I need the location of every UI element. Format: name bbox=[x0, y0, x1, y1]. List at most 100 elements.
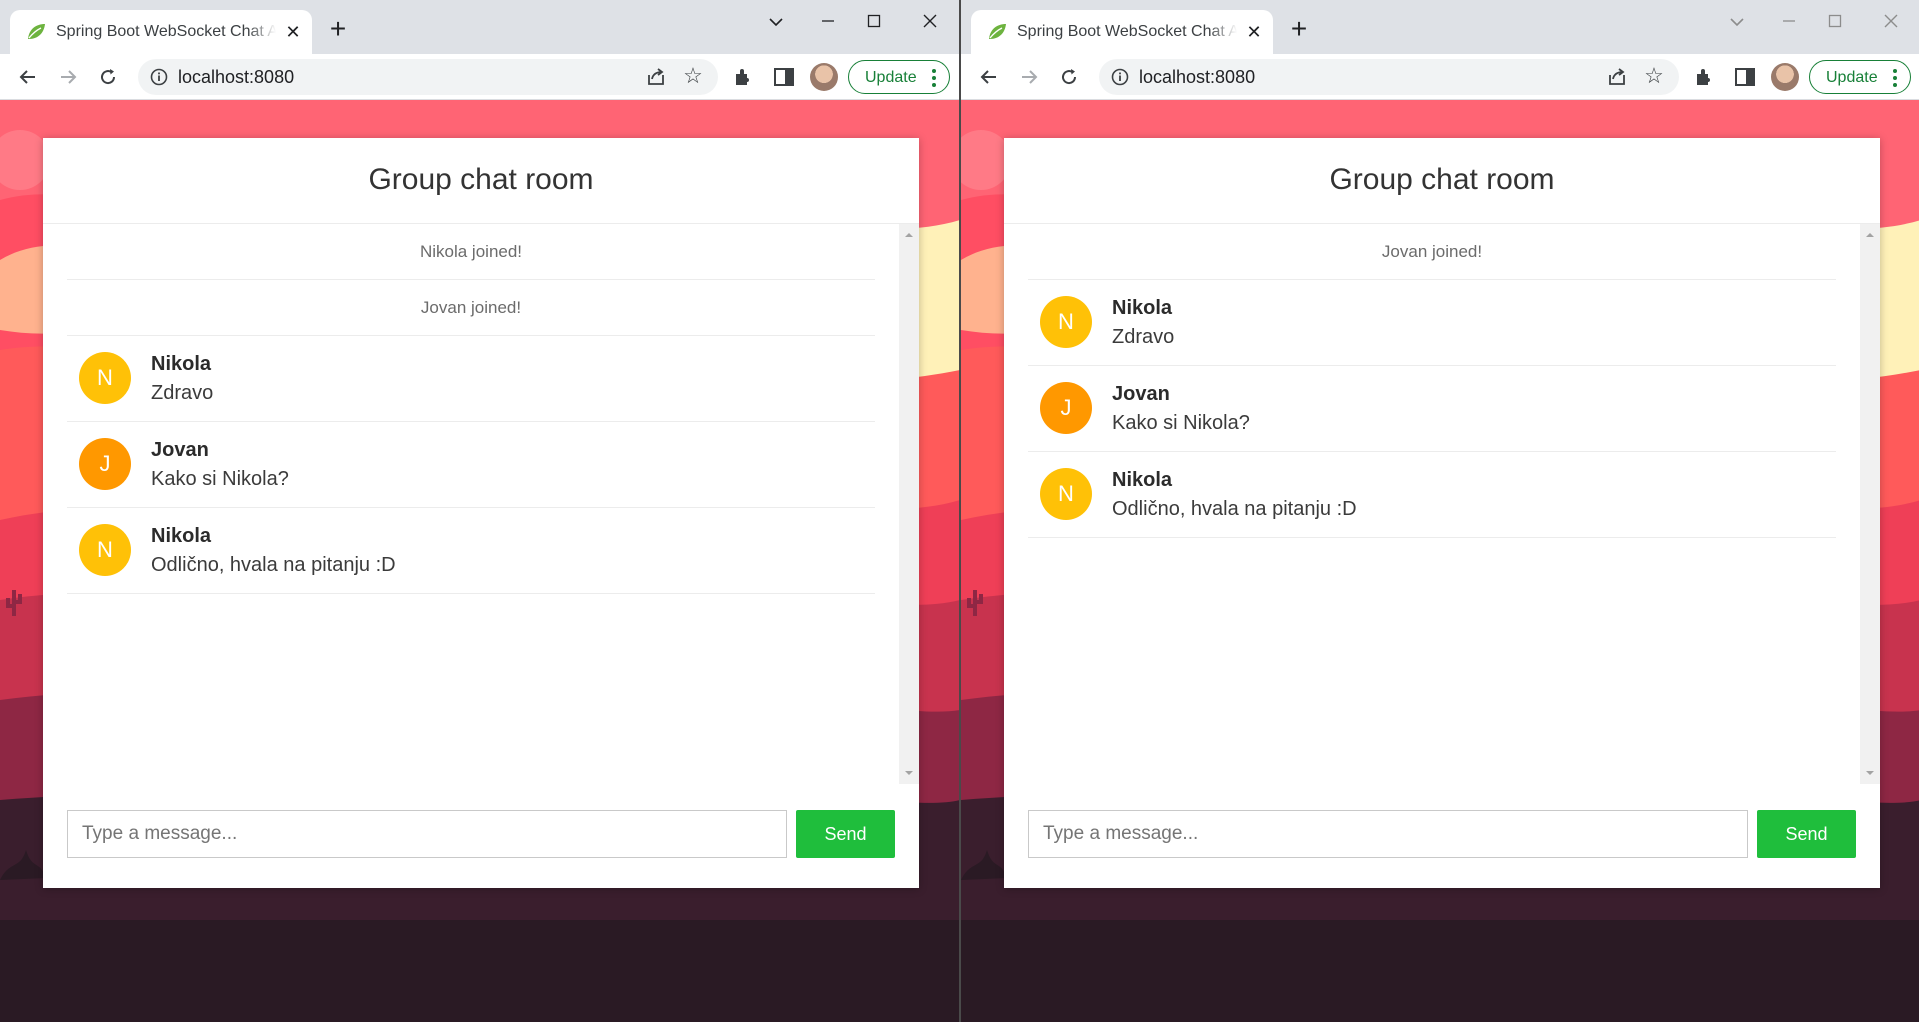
profile-avatar[interactable] bbox=[1771, 63, 1799, 91]
message-input[interactable] bbox=[1028, 810, 1748, 858]
star-icon[interactable]: ☆ bbox=[680, 63, 706, 89]
join-event: Jovan joined! bbox=[67, 280, 875, 336]
message-text: Kako si Nikola? bbox=[151, 468, 289, 490]
page-viewport: Group chat room Jovan joined! N Nikola Zdra… bbox=[961, 100, 1919, 1022]
reload-icon[interactable] bbox=[1053, 61, 1085, 93]
send-button[interactable]: Send bbox=[796, 810, 895, 858]
chat-message: J Jovan Kako si Nikola? bbox=[67, 422, 875, 508]
scroll-down-icon[interactable] bbox=[1865, 768, 1875, 778]
scroll-down-icon[interactable] bbox=[904, 768, 914, 778]
scroll-up-icon[interactable] bbox=[904, 230, 914, 240]
browser-toolbar: localhost:8080 ☆ Update bbox=[961, 54, 1919, 100]
sender-avatar: J bbox=[79, 438, 131, 490]
message-text: Zdravo bbox=[1112, 326, 1175, 348]
close-icon[interactable] bbox=[1871, 6, 1911, 36]
desktop: Spring Boot WebSocket Chat App ✕ + local… bbox=[0, 0, 1919, 1022]
info-icon[interactable] bbox=[1111, 68, 1129, 86]
chat-message: N Nikola Odlično, hvala na pitanju :D bbox=[1028, 452, 1836, 538]
message-area[interactable]: Nikola joined! Jovan joined! N Nikola Zdravo… bbox=[43, 224, 919, 784]
browser-tab[interactable]: Spring Boot WebSocket Chat App ✕ bbox=[971, 10, 1273, 54]
sender-name: Jovan bbox=[151, 439, 209, 461]
page-viewport: Group chat room Nikola joined! Jovan join… bbox=[0, 100, 960, 1022]
side-panel-icon[interactable] bbox=[1733, 65, 1757, 89]
address-url[interactable]: localhost:8080 bbox=[178, 67, 294, 87]
extensions-icon[interactable] bbox=[1693, 65, 1717, 89]
sender-avatar: N bbox=[79, 352, 131, 404]
tab-close-icon[interactable]: ✕ bbox=[1243, 21, 1265, 43]
sender-name: Nikola bbox=[151, 525, 212, 547]
message-text: Odlično, hvala na pitanju :D bbox=[151, 554, 396, 576]
maximize-icon[interactable] bbox=[1815, 6, 1855, 36]
minimize-icon[interactable] bbox=[1769, 6, 1809, 36]
chat-message: J Jovan Kako si Nikola? bbox=[1028, 366, 1836, 452]
kebab-menu-icon[interactable] bbox=[1892, 67, 1898, 89]
sender-name: Nikola bbox=[1112, 469, 1173, 491]
update-label: Update bbox=[865, 69, 917, 86]
sender-name: Nikola bbox=[151, 353, 212, 375]
tab-strip: Spring Boot WebSocket Chat App ✕ + bbox=[0, 0, 960, 54]
message-text: Odlično, hvala na pitanju :D bbox=[1112, 498, 1357, 520]
tab-close-icon[interactable]: ✕ bbox=[282, 21, 304, 43]
address-url[interactable]: localhost:8080 bbox=[1139, 67, 1255, 87]
send-button[interactable]: Send bbox=[1757, 810, 1856, 858]
join-event: Jovan joined! bbox=[1028, 224, 1836, 280]
scrollbar[interactable] bbox=[899, 224, 919, 784]
chat-card: Group chat room Nikola joined! Jovan join… bbox=[43, 138, 919, 888]
message-composer: Send bbox=[67, 810, 895, 858]
chat-message: N Nikola Zdravo bbox=[1028, 280, 1836, 366]
chat-card: Group chat room Jovan joined! N Nikola Zdra… bbox=[1004, 138, 1880, 888]
tab-title: Spring Boot WebSocket Chat App bbox=[56, 22, 276, 42]
extensions-icon[interactable] bbox=[732, 65, 756, 89]
scroll-up-icon[interactable] bbox=[1865, 230, 1875, 240]
sender-avatar: N bbox=[1040, 468, 1092, 520]
scrollbar[interactable] bbox=[1860, 224, 1880, 784]
address-bar[interactable]: localhost:8080 ☆ bbox=[1099, 59, 1679, 95]
sender-name: Jovan bbox=[1112, 383, 1170, 405]
sender-name: Nikola bbox=[1112, 297, 1173, 319]
sender-avatar: N bbox=[79, 524, 131, 576]
maximize-icon[interactable] bbox=[854, 6, 894, 36]
kebab-menu-icon[interactable] bbox=[931, 67, 937, 89]
back-arrow-icon[interactable] bbox=[12, 61, 44, 93]
back-arrow-icon[interactable] bbox=[973, 61, 1005, 93]
message-list: Jovan joined! N Nikola Zdravo J Jovan Kako si … bbox=[1028, 224, 1836, 538]
chevron-down-icon[interactable] bbox=[756, 6, 796, 36]
star-icon[interactable]: ☆ bbox=[1641, 63, 1667, 89]
chat-message: N Nikola Odlično, hvala na pitanju :D bbox=[67, 508, 875, 594]
window-divider bbox=[959, 0, 961, 1022]
message-composer: Send bbox=[1028, 810, 1856, 858]
message-text: Kako si Nikola? bbox=[1112, 412, 1250, 434]
tab-strip: Spring Boot WebSocket Chat App ✕ + bbox=[961, 0, 1919, 54]
close-icon[interactable] bbox=[910, 6, 950, 36]
sender-avatar: J bbox=[1040, 382, 1092, 434]
chat-title: Group chat room bbox=[1329, 163, 1555, 196]
join-event: Nikola joined! bbox=[67, 224, 875, 280]
reload-icon[interactable] bbox=[92, 61, 124, 93]
chat-message: N Nikola Zdravo bbox=[67, 336, 875, 422]
forward-arrow-icon[interactable] bbox=[1013, 61, 1045, 93]
message-input[interactable] bbox=[67, 810, 787, 858]
chat-header: Group chat room bbox=[1004, 138, 1880, 224]
address-bar[interactable]: localhost:8080 ☆ bbox=[138, 59, 718, 95]
side-panel-icon[interactable] bbox=[772, 65, 796, 89]
profile-avatar[interactable] bbox=[810, 63, 838, 91]
message-text: Zdravo bbox=[151, 382, 214, 404]
chat-title: Group chat room bbox=[368, 163, 594, 196]
update-label: Update bbox=[1826, 69, 1878, 86]
spring-leaf-icon bbox=[989, 24, 1006, 39]
chat-header: Group chat room bbox=[43, 138, 919, 224]
new-tab-icon[interactable]: + bbox=[1285, 15, 1313, 44]
share-icon[interactable] bbox=[644, 65, 668, 89]
browser-tab[interactable]: Spring Boot WebSocket Chat App ✕ bbox=[10, 10, 312, 54]
message-area[interactable]: Jovan joined! N Nikola Zdravo J Jovan Kako si … bbox=[1004, 224, 1880, 784]
update-button[interactable]: Update bbox=[1809, 60, 1911, 94]
share-icon[interactable] bbox=[1605, 65, 1629, 89]
new-tab-icon[interactable]: + bbox=[324, 15, 352, 44]
browser-window-right: Spring Boot WebSocket Chat App ✕ + local… bbox=[961, 0, 1919, 1022]
update-button[interactable]: Update bbox=[848, 60, 950, 94]
forward-arrow-icon[interactable] bbox=[52, 61, 84, 93]
chevron-down-icon[interactable] bbox=[1717, 6, 1757, 36]
info-icon[interactable] bbox=[150, 68, 168, 86]
tab-title: Spring Boot WebSocket Chat App bbox=[1017, 22, 1237, 42]
minimize-icon[interactable] bbox=[808, 6, 848, 36]
